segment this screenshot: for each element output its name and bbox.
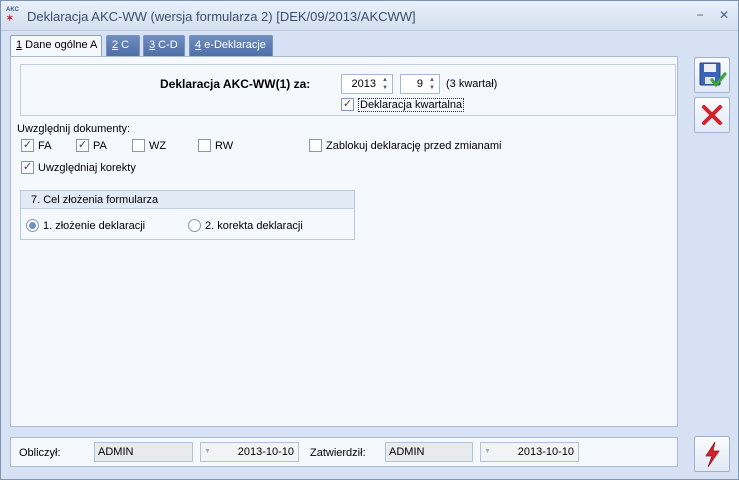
save-button[interactable] xyxy=(694,57,730,93)
spinner-arrows-icon[interactable]: ▲ ▼ xyxy=(426,76,438,92)
close-icon[interactable]: ✕ xyxy=(715,7,733,23)
rw-label: RW xyxy=(215,140,234,152)
main-panel: Deklaracja AKC-WW(1) za: 2013 ▲ ▼ 9 ▲ ▼ (3… xyxy=(10,56,678,427)
dropdown-arrow-icon[interactable]: ▼ xyxy=(204,443,211,461)
purpose-group-header: 7. Cel złożenia formularza xyxy=(21,191,354,209)
wz-checkbox[interactable] xyxy=(132,139,145,152)
purpose-option-correction-label: 2. korekta deklaracji xyxy=(205,220,303,232)
minimize-icon[interactable]: − xyxy=(691,7,709,23)
cancel-icon xyxy=(702,105,722,125)
app-icon: AKC ✶ xyxy=(6,7,19,23)
approved-by-label: Zatwierdził: xyxy=(310,447,366,459)
approved-date-field[interactable]: ▼ 2013-10-10 xyxy=(480,442,579,462)
rw-checkbox[interactable] xyxy=(198,139,211,152)
calculated-date-field[interactable]: ▼ 2013-10-10 xyxy=(200,442,299,462)
title-bar: AKC ✶ Deklaracja AKC-WW (wersja formular… xyxy=(1,1,738,31)
fa-checkbox[interactable]: ✓ xyxy=(21,139,34,152)
purpose-title: 7. Cel złożenia formularza xyxy=(31,194,159,206)
quarterly-checkbox-label[interactable]: Deklaracja kwartalna xyxy=(358,98,465,112)
include-corrections-checkbox[interactable]: ✓ xyxy=(21,161,34,174)
spinner-arrows-icon[interactable]: ▲ ▼ xyxy=(379,76,391,92)
include-corrections-label: Uwzględniaj korekty xyxy=(38,162,136,174)
tab-dane-ogolne-a[interactable]: 1 Dane ogólne A xyxy=(10,35,102,57)
pa-checkbox[interactable]: ✓ xyxy=(76,139,89,152)
month-spinner[interactable]: 9 ▲ ▼ xyxy=(400,74,440,94)
lock-declaration-label: Zablokuj deklarację przed zmianami xyxy=(326,140,502,152)
approved-by-field: ADMIN xyxy=(385,442,473,462)
tab-c[interactable]: 2 C xyxy=(106,35,140,56)
window-title: Deklaracja AKC-WW (wersja formularza 2) … xyxy=(27,9,416,24)
year-spinner[interactable]: 2013 ▲ ▼ xyxy=(341,74,393,94)
save-icon xyxy=(699,62,727,87)
documents-label: Uwzględnij dokumenty: xyxy=(17,123,131,135)
dropdown-arrow-icon[interactable]: ▼ xyxy=(484,443,491,461)
action-button[interactable] xyxy=(694,436,730,472)
quarterly-checkbox[interactable]: ✓ xyxy=(341,98,354,111)
quarter-text: (3 kwartał) xyxy=(446,78,498,90)
tab-e-deklaracje[interactable]: 4 e-Deklaracje xyxy=(189,35,273,56)
window: AKC ✶ Deklaracja AKC-WW (wersja formular… xyxy=(0,0,739,480)
purpose-option-correction-radio[interactable] xyxy=(188,219,201,232)
tab-c-d[interactable]: 3 C-D xyxy=(143,35,185,56)
cancel-button[interactable] xyxy=(694,97,730,133)
lock-declaration-checkbox[interactable] xyxy=(309,139,322,152)
purpose-group: 7. Cel złożenia formularza 1. złożenie d… xyxy=(20,190,355,240)
calculated-by-field: ADMIN xyxy=(94,442,193,462)
footer-panel: Obliczył: ADMIN ▼ 2013-10-10 Zatwierdził… xyxy=(10,437,678,467)
fa-label: FA xyxy=(38,140,52,152)
wz-label: WZ xyxy=(149,140,167,152)
flash-icon xyxy=(705,441,720,468)
declaration-period-box: Deklaracja AKC-WW(1) za: 2013 ▲ ▼ 9 ▲ ▼ (3… xyxy=(20,64,676,116)
pa-label: PA xyxy=(93,140,107,152)
purpose-option-submission-label: 1. złożenie deklaracji xyxy=(43,220,146,232)
calculated-by-label: Obliczył: xyxy=(19,447,61,459)
purpose-option-submission-radio[interactable] xyxy=(26,219,39,232)
declaration-period-label: Deklaracja AKC-WW(1) za: xyxy=(160,77,311,91)
